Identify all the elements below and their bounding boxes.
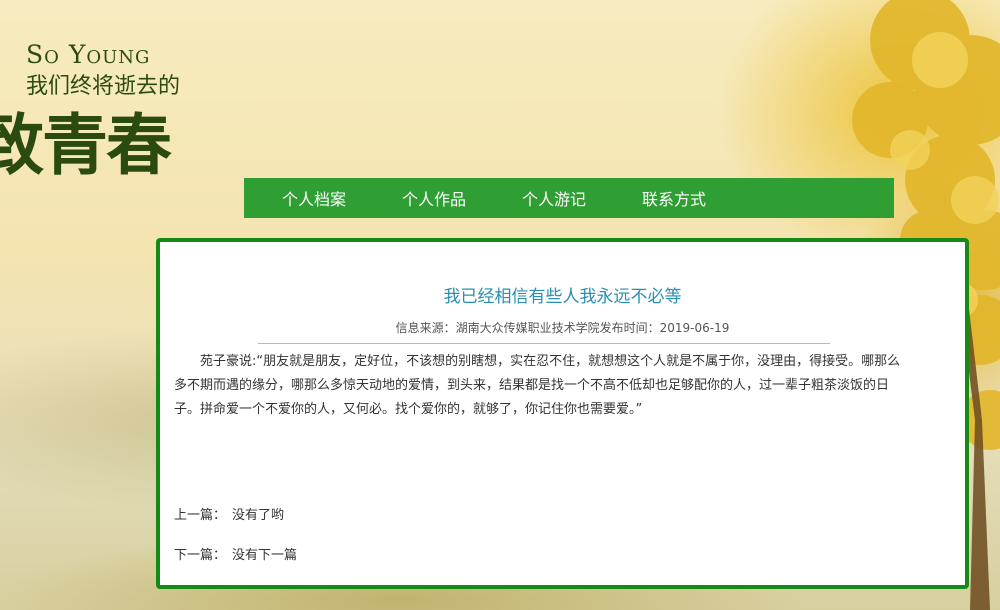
article-panel: 我已经相信有些人我永远不必等 信息来源：湖南大众传媒职业技术学院发布时间：201… (156, 238, 969, 589)
nav-item-contact[interactable]: 联系方式 (642, 186, 706, 210)
main-nav: 个人档案 个人作品 个人游记 联系方式 (244, 178, 894, 218)
next-article: 下一篇： 没有下一篇 (174, 544, 297, 563)
nav-item-works[interactable]: 个人作品 (402, 186, 466, 210)
title-divider (258, 343, 830, 344)
next-article-label: 下一篇： (174, 548, 227, 563)
brand-english-title: SO YOUNG (26, 40, 151, 69)
site-banner: SO YOUNG 我们终将逝去的 致青春 (0, 0, 240, 190)
article-meta: 信息来源：湖南大众传媒职业技术学院发布时间：2019-06-19 (395, 321, 730, 335)
article-title: 我已经相信有些人我永远不必等 (443, 287, 682, 307)
prev-article-link[interactable]: 没有了哟 (232, 508, 284, 523)
brand-title: 致青春 (0, 107, 172, 184)
next-article-link[interactable]: 没有下一篇 (232, 548, 297, 563)
prev-article-label: 上一篇： (174, 508, 227, 523)
prev-article: 上一篇： 没有了哟 (174, 504, 284, 523)
nav-item-travel[interactable]: 个人游记 (522, 186, 586, 210)
article-body: 苑子豪说:“朋友就是朋友，定好位，不该想的别瞎想，实在忍不住，就想想这个人就是不… (174, 354, 901, 417)
nav-item-profile[interactable]: 个人档案 (282, 186, 346, 210)
